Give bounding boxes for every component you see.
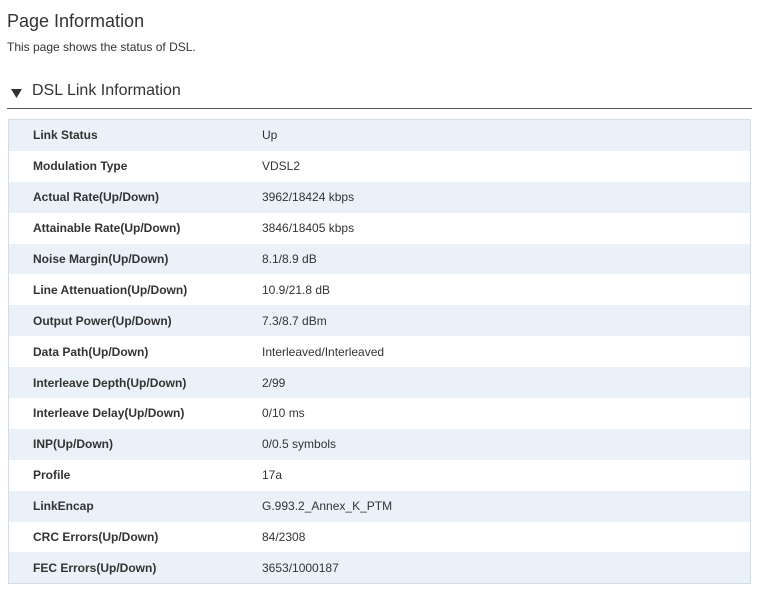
row-label-interleave-delay: Interleave Delay(Up/Down) (33, 406, 185, 421)
row-label-inp: INP(Up/Down) (33, 437, 113, 452)
table-row: Attainable Rate(Up/Down) 3846/18405 kbps (9, 212, 750, 244)
row-value-link-encap: G.993.2_Annex_K_PTM (262, 499, 393, 514)
row-value-fec-errors: 3653/1000187 (262, 560, 339, 575)
row-label-interleave-depth: Interleave Depth(Up/Down) (33, 375, 187, 390)
table-row: Profile 17a (9, 459, 750, 491)
row-value-modulation-type: VDSL2 (262, 159, 301, 174)
row-label-actual-rate: Actual Rate(Up/Down) (33, 190, 159, 205)
dsl-info-table: Link Status Up Modulation Type VDSL2 Act… (8, 119, 751, 585)
row-label-noise-margin: Noise Margin(Up/Down) (33, 252, 169, 266)
table-row: INP(Up/Down) 0/0.5 symbols (9, 428, 750, 460)
page-title: Page Information (7, 11, 145, 31)
row-value-actual-rate: 3962/18424 kbps (262, 190, 355, 205)
row-value-noise-margin: 8.1/8.9 dB (262, 252, 317, 266)
row-label-modulation-type: Modulation Type (33, 159, 128, 174)
row-value-interleave-delay: 0/10 ms (262, 406, 305, 421)
table-row: Data Path(Up/Down) Interleaved/Interleav… (9, 336, 750, 368)
row-label-crc-errors: CRC Errors(Up/Down) (33, 530, 159, 545)
row-label-link-status: Link Status (33, 128, 98, 143)
table-row: Interleave Depth(Up/Down) 2/99 (9, 367, 750, 399)
row-label-output-power: Output Power(Up/Down) (33, 313, 172, 328)
table-row: Interleave Delay(Up/Down) 0/10 ms (9, 398, 750, 429)
table-row: Noise Margin(Up/Down) 8.1/8.9 dB (9, 243, 750, 275)
row-value-line-attenuation: 10.9/21.8 dB (262, 282, 331, 297)
table-row: Output Power(Up/Down) 7.3/8.7 dBm (9, 305, 750, 337)
row-label-fec-errors: FEC Errors(Up/Down) (33, 560, 157, 575)
table-row: Link Status Up (9, 120, 750, 151)
table-row: FEC Errors(Up/Down) 3653/1000187 (9, 552, 750, 584)
row-value-profile: 17a (262, 468, 283, 483)
row-label-attainable-rate: Attainable Rate(Up/Down) (33, 221, 181, 236)
table-row: Actual Rate(Up/Down) 3962/18424 kbps (9, 181, 750, 213)
row-label-data-path: Data Path(Up/Down) (33, 344, 149, 359)
table-row: Modulation Type VDSL2 (9, 150, 750, 182)
row-value-crc-errors: 84/2308 (262, 530, 306, 545)
page-description: This page shows the status of DSL. (7, 40, 196, 54)
row-value-data-path: Interleaved/Interleaved (262, 344, 385, 359)
row-label-line-attenuation: Line Attenuation(Up/Down) (33, 282, 188, 297)
triangle-down-icon[interactable] (10, 86, 24, 100)
row-value-attainable-rate: 3846/18405 kbps (262, 221, 355, 236)
row-label-profile: Profile (33, 468, 71, 483)
table-row: CRC Errors(Up/Down) 84/2308 (9, 521, 750, 553)
row-value-inp: 0/0.5 symbols (262, 437, 337, 452)
row-value-link-status: Up (262, 128, 278, 143)
row-label-link-encap: LinkEncap (33, 499, 94, 514)
row-value-output-power: 7.3/8.7 dBm (262, 313, 327, 328)
table-row: Line Attenuation(Up/Down) 10.9/21.8 dB (9, 274, 750, 306)
section-title[interactable]: DSL Link Information (32, 81, 181, 101)
section-header-dsl-link-info: DSL Link Information (7, 80, 752, 109)
row-value-interleave-depth: 2/99 (262, 375, 286, 390)
table-row: LinkEncap G.993.2_Annex_K_PTM (9, 490, 750, 522)
